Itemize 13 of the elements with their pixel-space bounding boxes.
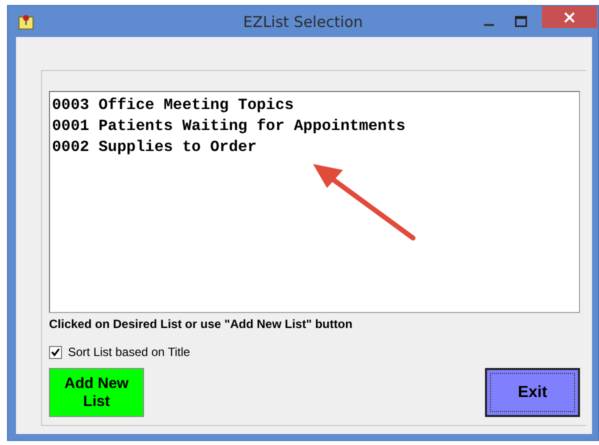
maximize-icon[interactable] [515,16,527,27]
sort-checkbox[interactable] [49,346,62,358]
note-pin-icon [18,14,34,30]
list-box[interactable]: 0003 Office Meeting Topics 0001 Patients Waiting for Appointments 0002 Supplies to Order [49,91,580,313]
close-button[interactable] [542,6,597,28]
checkbox-label: Sort List based on Title [68,345,190,359]
list-item[interactable]: 0003 Office Meeting Topics [52,95,577,116]
list-item[interactable]: 0001 Patients Waiting for Appointments [52,116,577,137]
window-title: EZList Selection [243,12,363,30]
add-list-button[interactable]: Add New List [49,368,144,417]
exit-button[interactable]: Exit [485,368,580,417]
instruction-text: Clicked on Desired List or use "Add New List" button [49,317,354,331]
list-item[interactable]: 0002 Supplies to Order [52,137,577,158]
